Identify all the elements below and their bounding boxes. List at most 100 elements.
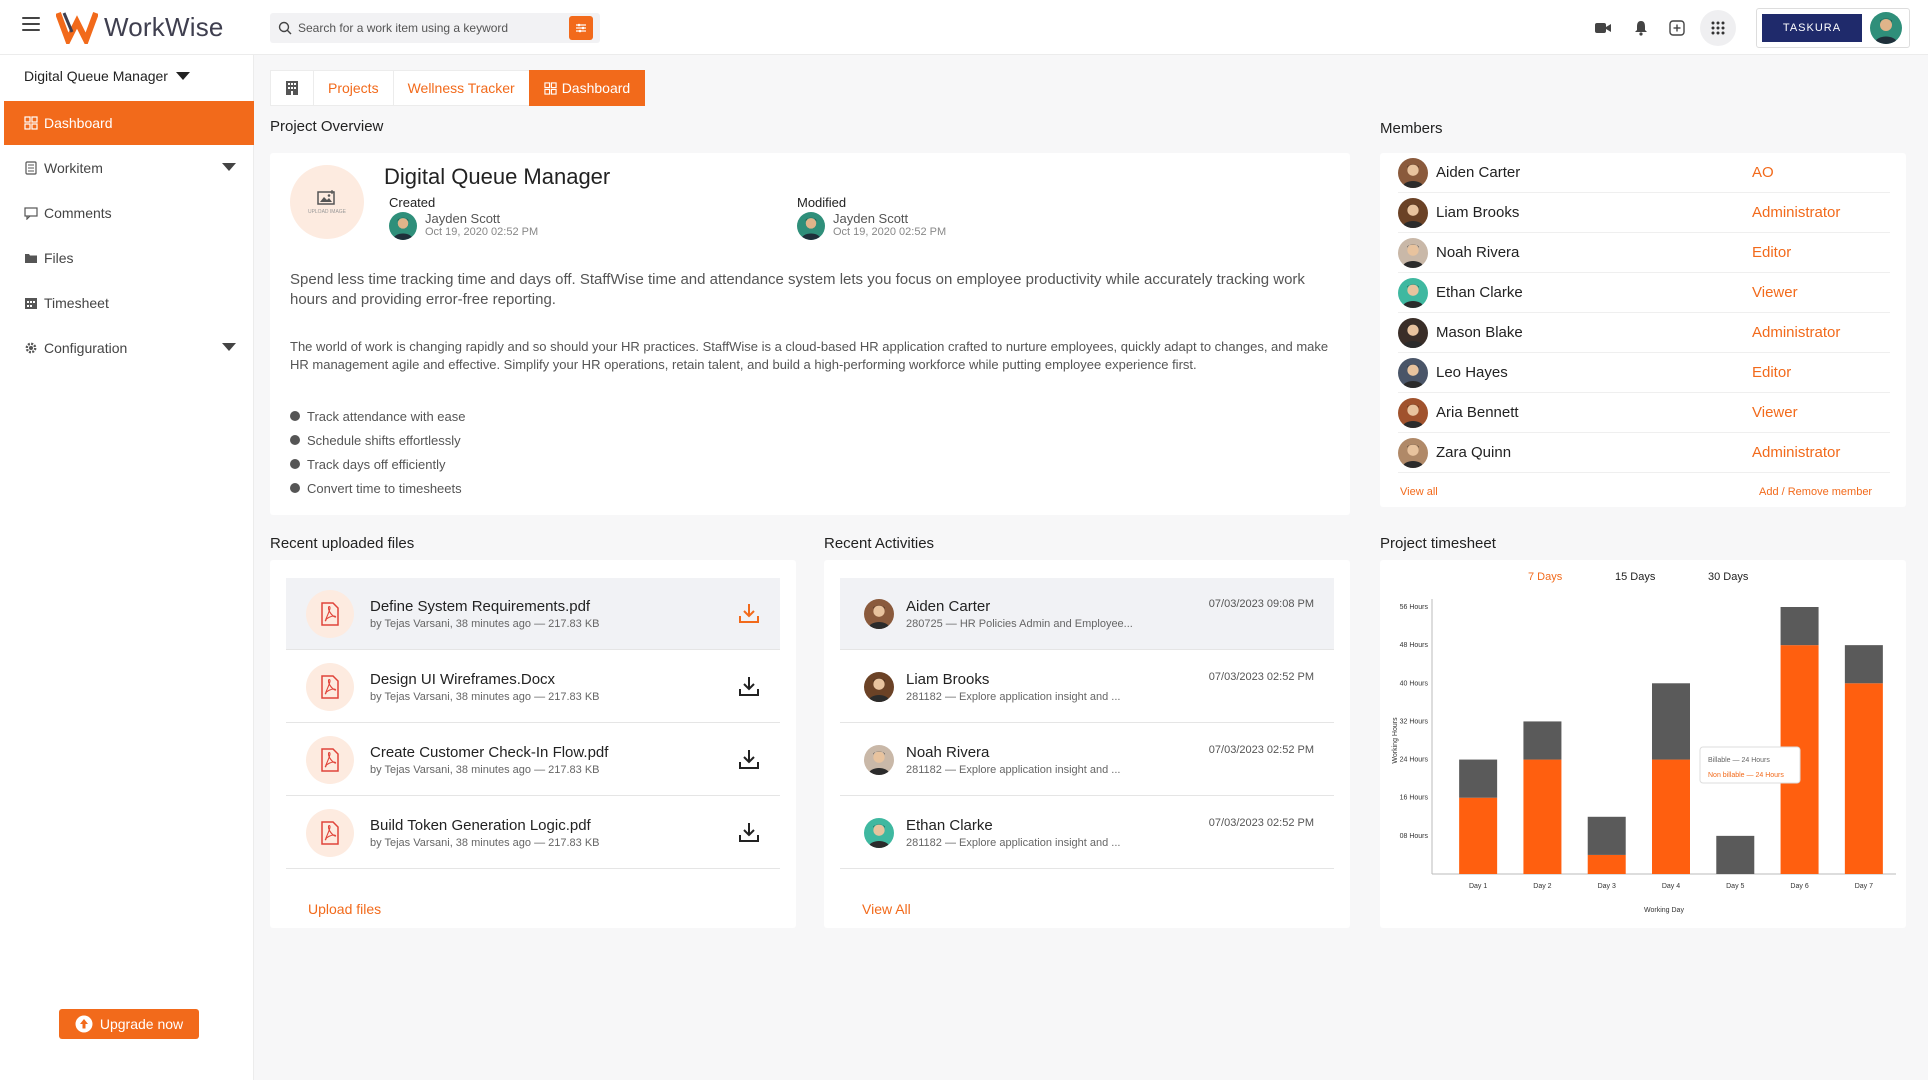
y-tick-label: 48 Hours	[1400, 642, 1429, 649]
filter-button[interactable]	[569, 16, 593, 40]
member-row[interactable]: Ethan Clarke Viewer	[1398, 273, 1890, 313]
member-role[interactable]: Viewer	[1752, 284, 1798, 301]
file-row[interactable]: Define System Requirements.pdf by Tejas V…	[286, 578, 780, 650]
member-name: Liam Brooks	[1436, 204, 1520, 221]
member-row[interactable]: Liam Brooks Administrator	[1398, 193, 1890, 233]
activity-date: 07/03/2023 02:52 PM	[1208, 671, 1314, 683]
activity-detail[interactable]: 280725 — HR Policies Admin and Employee.…	[906, 618, 1133, 630]
members-view-all-link[interactable]: View all	[1400, 486, 1438, 498]
avatar	[1398, 237, 1428, 268]
sidebar-item-comments[interactable]: Comments	[4, 191, 254, 235]
member-role[interactable]: Administrator	[1752, 204, 1840, 221]
modified-at-date: Oct 19, 2020 02:52 PM	[833, 226, 947, 238]
chevron-down-icon[interactable]	[222, 343, 236, 351]
y-tick-label: 32 Hours	[1400, 718, 1429, 725]
upload-files-link[interactable]: Upload files	[308, 901, 381, 917]
member-role[interactable]: Editor	[1752, 364, 1791, 381]
sidebar-item-dashboard[interactable]: Dashboard	[4, 101, 254, 145]
sidebar-item-timesheet[interactable]: Timesheet	[4, 281, 254, 325]
file-row[interactable]: Design UI Wireframes.Docx by Tejas Varsan…	[286, 651, 780, 723]
file-meta: by Tejas Varsani, 38 minutes ago — 217.8…	[370, 763, 600, 776]
bell-icon[interactable]	[1630, 17, 1652, 39]
tab-30-days[interactable]: 30 Days	[1708, 571, 1748, 583]
member-role[interactable]: AO	[1752, 164, 1774, 181]
file-row[interactable]: Build Token Generation Logic.pdf by Tejas…	[286, 797, 780, 869]
breadcrumb-projects[interactable]: Projects	[313, 70, 394, 106]
activities-view-all-link[interactable]: View All	[862, 901, 911, 917]
y-tick-label: 24 Hours	[1400, 757, 1429, 764]
download-icon[interactable]	[738, 748, 760, 773]
user-avatar[interactable]	[1870, 12, 1902, 44]
member-row[interactable]: Aiden Carter AO	[1398, 153, 1890, 193]
member-name: Noah Rivera	[1436, 244, 1520, 261]
sidebar-item-configuration[interactable]: Configuration	[4, 326, 254, 370]
member-row[interactable]: Noah Rivera Editor	[1398, 233, 1890, 273]
member-role[interactable]: Editor	[1752, 244, 1791, 261]
activity-detail[interactable]: 281182 — Explore application insight and…	[906, 837, 1120, 849]
y-tick-label: 08 Hours	[1400, 833, 1429, 840]
avatar	[864, 671, 894, 702]
x-tick-label: Day 7	[1855, 883, 1873, 890]
modified-label: Modified	[797, 195, 847, 210]
download-icon[interactable]	[738, 675, 760, 700]
member-role[interactable]: Administrator	[1752, 444, 1840, 461]
breadcrumb-home[interactable]	[270, 70, 314, 106]
x-tick-label: Day 2	[1533, 883, 1551, 890]
activity-row[interactable]: Aiden Carter 280725 — HR Policies Admin a…	[840, 578, 1334, 650]
list-item: Convert time to timesheets	[290, 476, 466, 500]
file-title[interactable]: Build Token Generation Logic.pdf	[370, 817, 600, 834]
sidebar-item-files[interactable]: Files	[4, 236, 254, 280]
file-title[interactable]: Create Customer Check-In Flow.pdf	[370, 744, 608, 761]
created-by-name: Jayden Scott	[425, 211, 501, 226]
add-square-icon[interactable]	[1666, 17, 1688, 39]
member-row[interactable]: Mason Blake Administrator	[1398, 313, 1890, 353]
activity-row[interactable]: Noah Rivera 281182 — Explore application …	[840, 724, 1334, 796]
sidebar-item-workitem[interactable]: Workitem	[4, 146, 254, 190]
org-switcher[interactable]: TASKURA	[1756, 8, 1910, 48]
member-row[interactable]: Zara Quinn Administrator	[1398, 433, 1890, 473]
tab-15-days[interactable]: 15 Days	[1615, 571, 1655, 583]
bar-segment-billable	[1523, 721, 1562, 760]
breadcrumb-wellness-tracker[interactable]: Wellness Tracker	[392, 70, 530, 106]
file-row[interactable]: Create Customer Check-In Flow.pdf by Teja…	[286, 724, 780, 796]
bullet-icon	[290, 411, 300, 421]
chevron-down-icon[interactable]	[222, 163, 236, 171]
search-input[interactable]	[298, 21, 578, 35]
video-camera-icon[interactable]	[1592, 17, 1614, 39]
app-name: WorkWise	[104, 11, 224, 42]
activity-detail[interactable]: 281182 — Explore application insight and…	[906, 691, 1120, 703]
upgrade-button[interactable]: Upgrade now	[59, 1009, 199, 1039]
file-title[interactable]: Define System Requirements.pdf	[370, 598, 600, 615]
download-icon[interactable]	[738, 602, 760, 627]
bar-segment-billable	[1844, 645, 1883, 684]
apps-grid-button[interactable]	[1700, 10, 1736, 46]
add-remove-member-link[interactable]: Add / Remove member	[1759, 486, 1872, 498]
activity-user: Aiden Carter	[906, 597, 991, 615]
breadcrumb-dashboard[interactable]: Dashboard	[528, 70, 646, 106]
app-logo[interactable]: WorkWise	[56, 10, 224, 44]
x-tick-label: Day 3	[1598, 883, 1616, 890]
activity-row[interactable]: Ethan Clarke 281182 — Explore application…	[840, 797, 1334, 869]
tab-7-days[interactable]: 7 Days	[1528, 571, 1562, 583]
member-row[interactable]: Aria Bennett Viewer	[1398, 393, 1890, 433]
x-tick-label: Day 1	[1469, 883, 1487, 890]
member-role[interactable]: Viewer	[1752, 404, 1798, 421]
activity-detail[interactable]: 281182 — Explore application insight and…	[906, 764, 1120, 776]
activity-row[interactable]: Liam Brooks 281182 — Explore application …	[840, 651, 1334, 723]
upgrade-label: Upgrade now	[99, 1016, 184, 1032]
member-role[interactable]: Administrator	[1752, 324, 1840, 341]
upload-image-button[interactable]: UPLOAD IMAGE	[290, 165, 364, 239]
activity-user: Noah Rivera	[906, 743, 990, 761]
list-item: Track attendance with ease	[290, 404, 466, 428]
hamburger-menu-icon[interactable]	[22, 17, 40, 31]
project-name: Digital Queue Manager	[384, 164, 611, 189]
modified-by-name: Jayden Scott	[833, 211, 909, 226]
project-selector[interactable]: Digital Queue Manager	[24, 68, 190, 84]
activity-date: 07/03/2023 09:08 PM	[1208, 598, 1314, 610]
download-icon[interactable]	[738, 821, 760, 846]
avatar	[864, 598, 894, 629]
org-logo: TASKURA	[1762, 14, 1862, 42]
member-row[interactable]: Leo Hayes Editor	[1398, 353, 1890, 393]
file-title[interactable]: Design UI Wireframes.Docx	[370, 671, 600, 688]
avatar	[1398, 357, 1428, 388]
